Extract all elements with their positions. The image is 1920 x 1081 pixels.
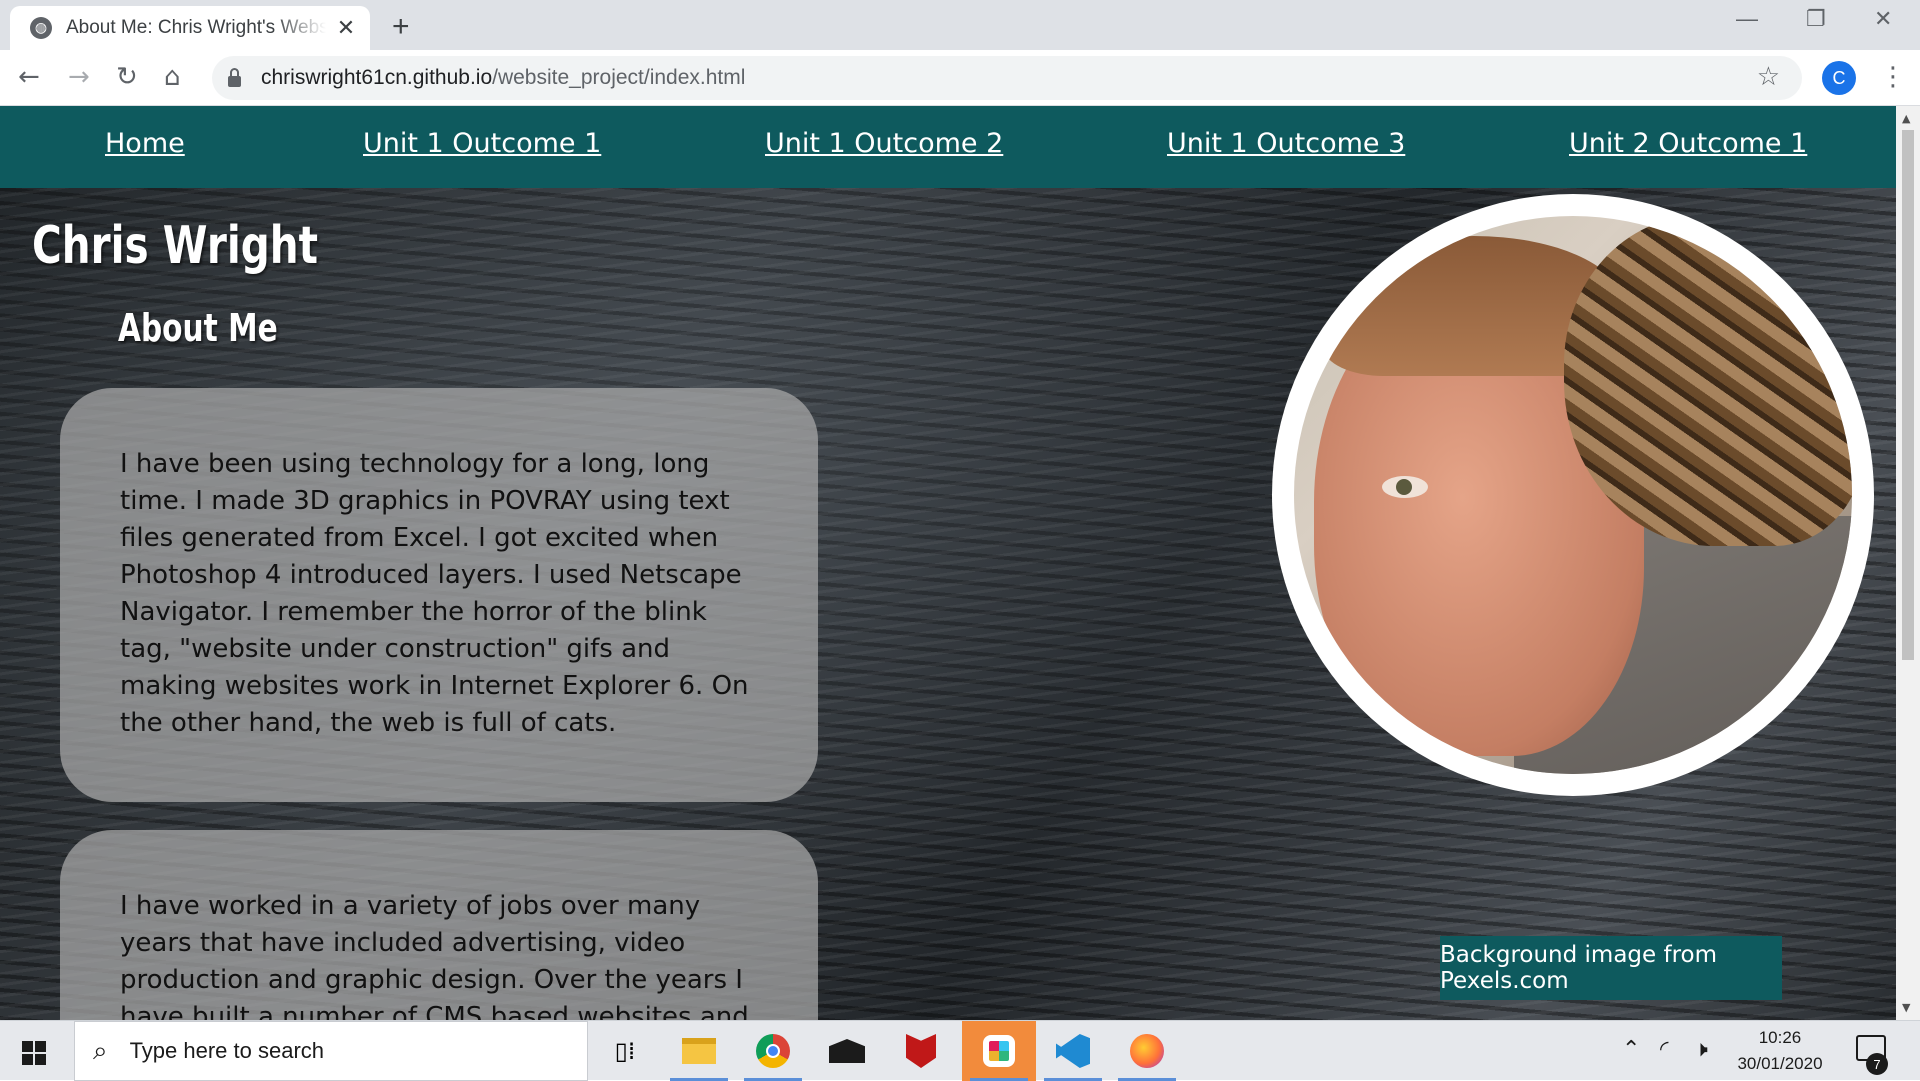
windows-taskbar: ⌕ Type here to search ▯⁞ ⌃ ◜ 🕨 10:26 30/…: [0, 1020, 1920, 1081]
globe-icon: ◍: [30, 17, 52, 39]
about-paragraph: I have worked in a variety of jobs over …: [120, 891, 749, 1020]
address-bar[interactable]: chriswright61cn.github.io/website_projec…: [212, 56, 1802, 100]
browser-toolbar: ← → ↻ ⌂ chriswright61cn.github.io/websit…: [0, 50, 1920, 106]
scroll-down-arrow-icon[interactable]: ▼: [1902, 1001, 1910, 1014]
system-clock[interactable]: 10:26 30/01/2020: [1730, 1025, 1830, 1077]
web-page: Home Unit 1 Outcome 1 Unit 1 Outcome 2 U…: [0, 106, 1896, 1020]
nav-link-home[interactable]: Home: [105, 128, 185, 159]
reload-icon[interactable]: ↻: [116, 62, 138, 92]
chrome-icon[interactable]: [736, 1021, 810, 1081]
background-credit: Background image from Pexels.com: [1440, 936, 1782, 1000]
tab-title: About Me: Chris Wright's Website: [66, 17, 326, 38]
nav-link-unit1-outcome1[interactable]: Unit 1 Outcome 1: [363, 128, 601, 159]
taskbar-search-box[interactable]: ⌕ Type here to search: [74, 1021, 588, 1081]
page-scrollbar[interactable]: ▲ ▼: [1896, 106, 1920, 1020]
page-heading: About Me: [118, 306, 278, 350]
clock-date: 30/01/2020: [1737, 1054, 1823, 1073]
nav-link-unit2-outcome1[interactable]: Unit 2 Outcome 1: [1569, 128, 1807, 159]
forward-arrow-icon[interactable]: →: [68, 62, 90, 92]
volume-muted-icon[interactable]: 🕨: [1694, 1037, 1708, 1062]
minimize-button[interactable]: —: [1736, 6, 1758, 32]
search-placeholder: Type here to search: [129, 1038, 325, 1063]
about-paragraph: I have been using technology for a long,…: [120, 449, 749, 738]
mail-icon[interactable]: [810, 1021, 884, 1081]
scroll-up-arrow-icon[interactable]: ▲: [1902, 112, 1910, 125]
show-hidden-icons-chevron-icon[interactable]: ⌃: [1622, 1037, 1640, 1062]
about-card: I have been using technology for a long,…: [60, 388, 818, 802]
eye-shape: [1382, 476, 1428, 498]
firefox-icon[interactable]: [1110, 1021, 1184, 1081]
notification-count-badge: 7: [1866, 1053, 1888, 1075]
cat-shape: [1564, 216, 1852, 546]
profile-photo: [1272, 194, 1874, 796]
about-card: I have worked in a variety of jobs over …: [60, 830, 818, 1020]
scrollbar-thumb[interactable]: [1902, 130, 1914, 660]
window-close-button[interactable]: ✕: [1874, 6, 1892, 32]
new-tab-button[interactable]: +: [392, 10, 410, 44]
home-icon[interactable]: ⌂: [164, 62, 181, 92]
windows-start-icon[interactable]: [22, 1041, 46, 1065]
profile-photo-image: [1294, 216, 1852, 774]
browser-tab[interactable]: ◍ About Me: Chris Wright's Website ✕: [10, 6, 370, 50]
search-icon: ⌕: [93, 1035, 108, 1066]
file-explorer-icon[interactable]: [662, 1021, 736, 1081]
browser-tab-strip: ◍ About Me: Chris Wright's Website ✕ + —…: [0, 0, 1920, 50]
browser-menu-icon[interactable]: ⋮: [1880, 62, 1906, 92]
mcafee-icon[interactable]: [884, 1021, 958, 1081]
task-view-icon[interactable]: ▯⁞: [588, 1021, 662, 1081]
restore-button[interactable]: ❐: [1806, 6, 1826, 32]
slack-icon[interactable]: [962, 1021, 1036, 1081]
lock-icon: [228, 67, 241, 87]
back-arrow-icon[interactable]: ←: [18, 62, 40, 92]
url-host: chriswright61cn.github.io: [261, 66, 493, 89]
site-navigation: Home Unit 1 Outcome 1 Unit 1 Outcome 2 U…: [0, 106, 1896, 188]
profile-avatar[interactable]: C: [1822, 61, 1856, 95]
nav-link-unit1-outcome3[interactable]: Unit 1 Outcome 3: [1167, 128, 1405, 159]
clock-time: 10:26: [1758, 1028, 1802, 1047]
wifi-icon[interactable]: ◜: [1660, 1037, 1669, 1062]
url-path: /website_project/index.html: [492, 66, 746, 89]
vscode-icon[interactable]: [1036, 1021, 1110, 1081]
nav-link-unit1-outcome2[interactable]: Unit 1 Outcome 2: [765, 128, 1003, 159]
bookmark-star-icon[interactable]: ☆: [1757, 62, 1780, 92]
tab-close-icon[interactable]: ✕: [334, 16, 358, 41]
site-title: Chris Wright: [32, 216, 319, 276]
url-text: chriswright61cn.github.io/website_projec…: [261, 66, 745, 90]
